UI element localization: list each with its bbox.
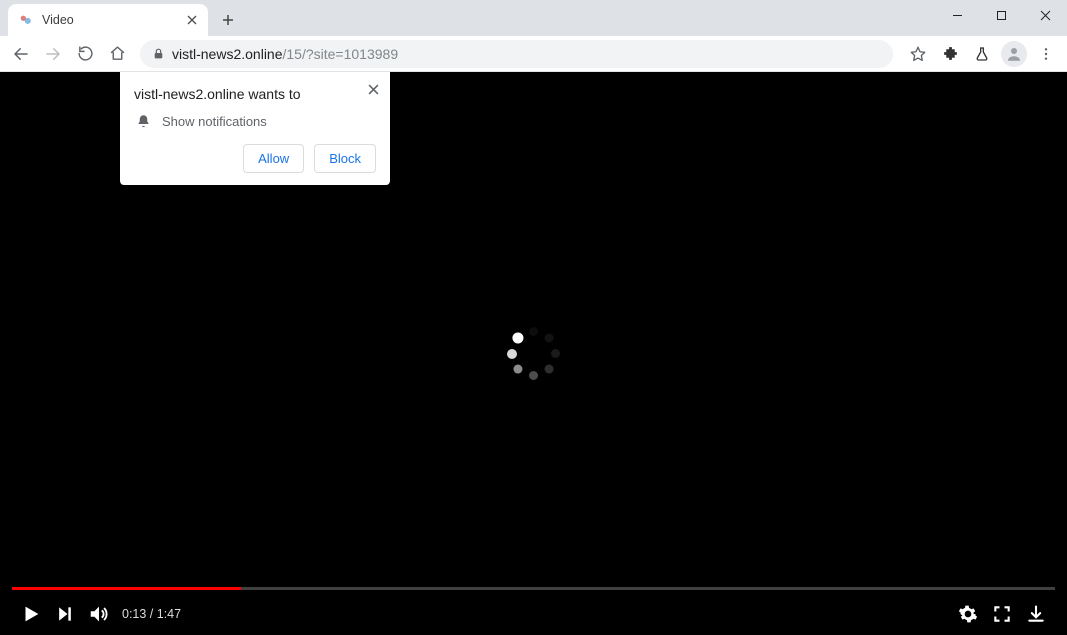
url-domain: vistl-news2.online [172, 46, 283, 62]
bell-icon [134, 112, 152, 130]
window-controls [935, 0, 1067, 30]
bookmark-star-button[interactable] [903, 39, 933, 69]
loading-spinner-icon [504, 324, 564, 384]
allow-button[interactable]: Allow [243, 144, 304, 173]
tab-close-button[interactable] [184, 12, 200, 28]
favicon-icon [18, 12, 34, 28]
window-maximize-button[interactable] [979, 0, 1023, 30]
video-progress-played [12, 587, 241, 590]
window-close-button[interactable] [1023, 0, 1067, 30]
video-time: 0:13 / 1:47 [122, 607, 181, 621]
back-button[interactable] [6, 39, 36, 69]
permission-popup: vistl-news2.online wants to Show notific… [120, 72, 390, 185]
labs-button[interactable] [967, 39, 997, 69]
menu-button[interactable] [1031, 39, 1061, 69]
url-path: /15/?site=1013989 [283, 46, 399, 62]
lock-icon [150, 46, 166, 62]
video-progress-bar[interactable] [12, 587, 1055, 590]
play-button[interactable] [14, 597, 48, 631]
titlebar: Video [0, 0, 1067, 36]
window-minimize-button[interactable] [935, 0, 979, 30]
extensions-button[interactable] [935, 39, 965, 69]
tab-title: Video [42, 13, 184, 27]
next-button[interactable] [48, 597, 82, 631]
address-bar[interactable]: vistl-news2.online/15/?site=1013989 [140, 40, 893, 68]
fullscreen-button[interactable] [985, 597, 1019, 631]
new-tab-button[interactable] [214, 6, 242, 34]
settings-button[interactable] [951, 597, 985, 631]
forward-button[interactable] [38, 39, 68, 69]
avatar-icon [1001, 41, 1027, 67]
browser-tab[interactable]: Video [8, 4, 208, 36]
browser-toolbar: vistl-news2.online/15/?site=1013989 [0, 36, 1067, 72]
popup-item-label: Show notifications [162, 114, 267, 129]
reload-button[interactable] [70, 39, 100, 69]
volume-button[interactable] [82, 597, 116, 631]
video-controls: 0:13 / 1:47 [0, 587, 1067, 635]
block-button[interactable]: Block [314, 144, 376, 173]
page-content: 0:13 / 1:47 vistl-news2.online wants to [0, 72, 1067, 635]
home-button[interactable] [102, 39, 132, 69]
popup-close-button[interactable] [364, 80, 382, 98]
profile-button[interactable] [999, 39, 1029, 69]
download-button[interactable] [1019, 597, 1053, 631]
popup-title: vistl-news2.online wants to [134, 86, 376, 102]
